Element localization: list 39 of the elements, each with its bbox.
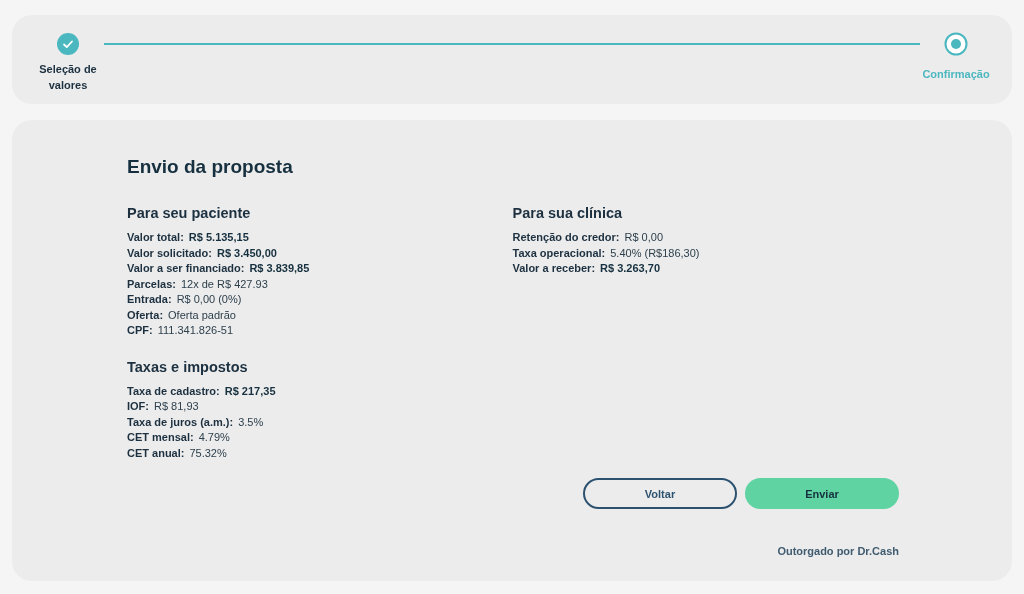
field-label: Valor a receber: <box>512 261 596 276</box>
back-button[interactable]: Voltar <box>583 478 737 509</box>
field-value: R$ 5.135,15 <box>188 230 249 245</box>
field-value: 4.79% <box>198 430 230 445</box>
field-value: 5.40% (R$186,30) <box>610 245 700 261</box>
field-value: 3.5% <box>238 414 264 430</box>
field-label: Entrada: <box>127 292 172 307</box>
footer-text: Outorgado por Dr.Cash <box>777 545 899 557</box>
field-label: Taxa de cadastro: <box>127 383 220 399</box>
field-label: IOF: <box>127 399 149 414</box>
field-value: Oferta padrão <box>168 307 236 323</box>
field-label: CPF: <box>127 323 153 338</box>
field-value: R$ 3.839,85 <box>249 261 310 276</box>
field-value: R$ 217,35 <box>224 383 276 399</box>
field-value: R$ 3.263,70 <box>600 261 660 276</box>
field-value: R$ 0,00 <box>624 230 663 245</box>
field-label: Taxa de juros (a.m.): <box>127 414 234 430</box>
field-value: 75.32% <box>189 445 227 461</box>
send-button[interactable]: Enviar <box>745 478 899 509</box>
field-value: 12x de R$ 427.93 <box>180 276 268 292</box>
field-value: R$ 3.450,00 <box>216 245 277 261</box>
step-label: Confirmação <box>922 67 990 82</box>
field-label: CET anual: <box>127 445 185 461</box>
field-label: Valor total: <box>127 230 184 245</box>
section-heading: Para seu paciente <box>127 205 252 221</box>
section-heading: Taxas e impostos <box>127 358 249 375</box>
field-label: Oferta: <box>127 307 164 323</box>
field-value: R$ 0,00 (0%) <box>176 292 242 307</box>
field-value: R$ 81,93 <box>154 399 199 414</box>
field-label: Taxa operacional: <box>512 245 606 261</box>
section-heading: Para sua clínica <box>512 205 624 221</box>
field-label: Parcelas: <box>127 276 176 292</box>
field-label: Valor a ser financiado: <box>127 261 245 276</box>
step-label: Seleção de valores <box>38 62 98 93</box>
field-label: Valor solicitado: <box>127 245 212 261</box>
page-title: Envio da proposta <box>127 156 294 178</box>
field-label: CET mensal: <box>127 430 194 445</box>
field-label: Retenção do credor: <box>512 230 620 245</box>
field-value: 111.341.826-51 <box>157 323 234 338</box>
